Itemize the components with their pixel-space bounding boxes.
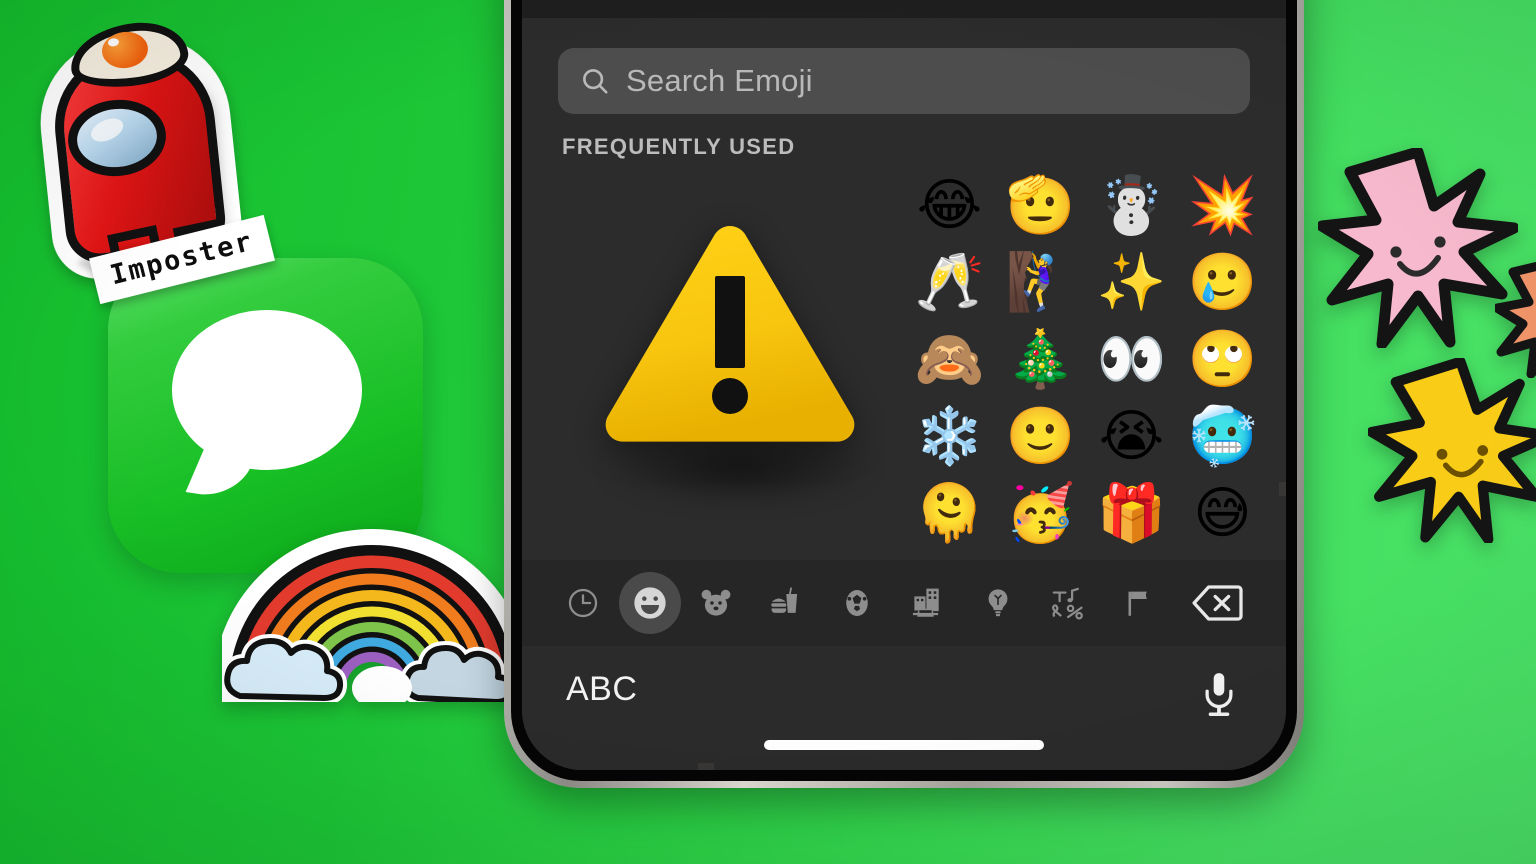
emoji-christmas-tree[interactable]: 🎄 xyxy=(995,322,1086,399)
empty-slot xyxy=(631,475,722,552)
category-smileys-people[interactable] xyxy=(618,572,681,634)
emoji-wrapped-gift[interactable]: 🎁 xyxy=(1086,475,1177,552)
category-travel-places[interactable] xyxy=(892,572,963,634)
soccer-ball-icon xyxy=(845,589,868,617)
section-title-frequently-used: FREQUENTLY USED xyxy=(562,134,796,159)
smiley-icon xyxy=(633,587,666,619)
delete-key[interactable] xyxy=(1174,572,1260,634)
emoji-snowflake[interactable]: ❄️ xyxy=(904,398,995,475)
emoji-see-no-evil-monkey[interactable]: 🙈 xyxy=(904,322,995,399)
emoji-face-with-tears-of-joy[interactable]: 😂 xyxy=(904,168,995,245)
empty-slot xyxy=(813,475,904,552)
empty-slot xyxy=(540,475,631,552)
buildings-car-icon xyxy=(913,588,939,617)
microphone-icon xyxy=(1205,673,1233,716)
emoji-grinning-face-with-sweat[interactable]: 😅 xyxy=(1177,475,1268,552)
cloud-left xyxy=(222,634,348,702)
yellow-smiling-star-sticker xyxy=(1368,358,1536,543)
warning-triangle xyxy=(602,218,858,446)
search-container: Search Emoji xyxy=(522,18,1286,114)
bear-icon xyxy=(701,589,731,616)
emoji-saluting-face[interactable]: 🫡 xyxy=(995,168,1086,245)
cloud-right xyxy=(399,641,519,702)
empty-slot xyxy=(722,475,813,552)
emoji-search-bar[interactable]: Search Emoji xyxy=(558,48,1250,114)
category-symbols[interactable] xyxy=(1033,572,1104,634)
symbols-icon xyxy=(1052,587,1084,620)
emoji-cold-face[interactable]: 🥶 xyxy=(1177,398,1268,475)
search-placeholder-text: Search Emoji xyxy=(626,63,813,98)
keyboard-top-gap xyxy=(522,0,1286,18)
antenna-band-bottom xyxy=(698,763,714,770)
emoji-face-with-rolling-eyes[interactable]: 🙄 xyxy=(1177,322,1268,399)
orange-star-sticker-partial xyxy=(1495,258,1536,378)
emoji-sparkles[interactable]: ✨ xyxy=(1086,245,1177,322)
emoji-clinking-glasses[interactable]: 🥂 xyxy=(904,245,995,322)
emoji-loudly-crying-face[interactable]: 😭 xyxy=(1086,398,1177,475)
lightbulb-icon xyxy=(988,589,1008,617)
category-animals-nature[interactable] xyxy=(681,572,752,634)
category-objects[interactable] xyxy=(963,572,1034,634)
emoji-slightly-smiling-face[interactable]: 🙂 xyxy=(995,398,1086,475)
emoji-collision[interactable]: 💥 xyxy=(1177,168,1268,245)
home-indicator xyxy=(764,740,1044,750)
emoji-snowman[interactable]: ☃️ xyxy=(1086,168,1177,245)
message-bubble-glyph xyxy=(172,310,362,470)
exclamation-bar xyxy=(715,276,745,368)
screenshot-stage: Imposter Search Emoji FREQUENTLY USED 😂 … xyxy=(0,0,1536,864)
emoji-category-bar xyxy=(522,560,1286,646)
food-icon xyxy=(771,587,798,613)
keyboard-bottom-bar: ABC xyxy=(522,646,1286,770)
category-food-drink[interactable] xyxy=(751,572,822,634)
emoji-smiling-face-with-tear[interactable]: 🥲 xyxy=(1177,245,1268,322)
emoji-melting-face[interactable]: 🫠 xyxy=(904,475,995,552)
category-recents[interactable] xyxy=(548,572,619,634)
antenna-band-right xyxy=(1279,482,1286,496)
pink-smiling-star-sticker xyxy=(1318,148,1518,348)
rainbow-sticker xyxy=(222,492,522,702)
emoji-eyes[interactable]: 👀 xyxy=(1086,322,1177,399)
flag-icon xyxy=(1128,591,1147,616)
category-button-list xyxy=(548,572,1174,634)
dictation-key[interactable] xyxy=(1200,670,1238,725)
emoji-partying-face[interactable]: 🥳 xyxy=(995,475,1086,552)
category-activity[interactable] xyxy=(822,572,893,634)
abc-key[interactable]: ABC xyxy=(566,670,637,709)
category-flags[interactable] xyxy=(1104,572,1175,634)
exclamation-dot xyxy=(712,378,748,414)
emoji-woman-climbing[interactable]: 🧗‍♀️ xyxy=(995,245,1086,322)
among-us-imposter-sticker: Imposter xyxy=(26,14,296,305)
search-icon xyxy=(580,66,610,96)
